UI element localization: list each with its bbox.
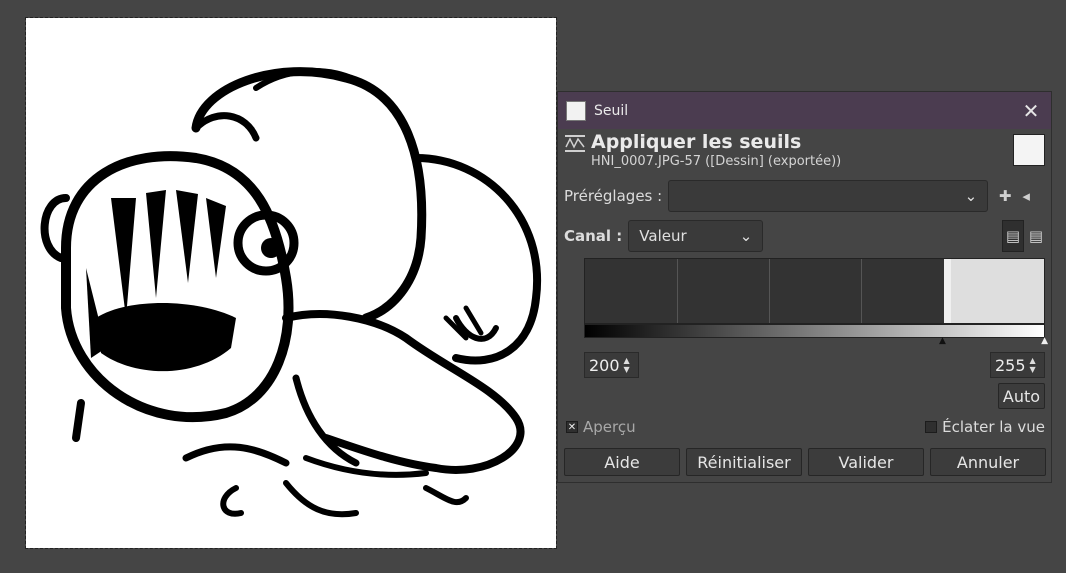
help-button[interactable]: Aide bbox=[564, 448, 680, 476]
preview-label: Aperçu bbox=[583, 418, 636, 436]
grid-line bbox=[677, 259, 678, 323]
dialog-titlebar[interactable]: Seuil ✕ bbox=[558, 92, 1051, 129]
image-thumbnail bbox=[1013, 134, 1045, 166]
plus-icon[interactable]: ✚ bbox=[996, 185, 1014, 207]
channel-row: Canal : Valeur ⌄ ▤ ▤ bbox=[564, 220, 1045, 252]
spin-up-icon[interactable]: ▲ bbox=[1030, 356, 1036, 365]
threshold-icon bbox=[565, 135, 585, 152]
high-threshold-value: 255 bbox=[995, 355, 1026, 375]
chevron-down-icon: ⌄ bbox=[964, 187, 978, 205]
auto-button[interactable]: Auto bbox=[998, 383, 1045, 409]
threshold-dialog: Seuil ✕ Appliquer les seuils HNI_0007.JP… bbox=[557, 91, 1052, 483]
split-view-checkbox[interactable] bbox=[925, 421, 938, 433]
dialog-heading: Appliquer les seuils bbox=[591, 131, 802, 153]
grid-line bbox=[861, 259, 862, 323]
histogram-area: ▲ ▲ bbox=[584, 258, 1048, 346]
channel-label: Canal : bbox=[564, 227, 623, 245]
spin-down-icon[interactable]: ▼ bbox=[1030, 365, 1036, 374]
low-threshold-handle[interactable]: ▲ bbox=[939, 336, 946, 346]
image-canvas[interactable] bbox=[25, 17, 557, 549]
ok-button[interactable]: Valider bbox=[808, 448, 924, 476]
presets-row: Préréglages : ⌄ ✚ ◂ bbox=[564, 180, 1045, 212]
channel-value: Valeur bbox=[639, 227, 687, 245]
close-icon[interactable]: ✕ bbox=[1019, 101, 1043, 121]
value-gradient: ▲ ▲ bbox=[584, 324, 1048, 346]
split-view-label: Éclater la vue bbox=[942, 418, 1045, 436]
threshold-selection bbox=[944, 259, 1044, 323]
reset-button[interactable]: Réinitialiser bbox=[686, 448, 802, 476]
spin-up-icon[interactable]: ▲ bbox=[624, 356, 630, 365]
grid-line bbox=[769, 259, 770, 323]
presets-menu-icon[interactable]: ◂ bbox=[1017, 185, 1035, 207]
dialog-header: Appliquer les seuils HNI_0007.JPG-57 ([D… bbox=[558, 129, 1051, 173]
low-threshold-spin[interactable]: 200 ▲ ▼ bbox=[584, 352, 639, 378]
preview-checkbox[interactable]: ✕ bbox=[566, 421, 578, 433]
preview-option[interactable]: ✕ Aperçu bbox=[566, 418, 636, 436]
chevron-down-icon: ⌄ bbox=[739, 227, 753, 245]
spin-down-icon[interactable]: ▼ bbox=[624, 365, 630, 374]
window-thumbnail-icon bbox=[566, 100, 586, 121]
cancel-button[interactable]: Annuler bbox=[930, 448, 1046, 476]
presets-combo[interactable]: ⌄ bbox=[668, 180, 989, 212]
high-threshold-handle[interactable]: ▲ bbox=[1041, 336, 1048, 346]
low-threshold-value: 200 bbox=[589, 355, 620, 375]
threshold-edge bbox=[944, 259, 951, 323]
linear-histogram-icon[interactable]: ▤ bbox=[1002, 220, 1024, 252]
channel-combo[interactable]: Valeur ⌄ bbox=[628, 220, 764, 252]
split-view-option[interactable]: Éclater la vue bbox=[925, 418, 1045, 436]
window-title: Seuil bbox=[594, 102, 629, 119]
histogram[interactable] bbox=[584, 258, 1045, 324]
presets-label: Préréglages : bbox=[564, 187, 663, 205]
high-threshold-spin[interactable]: 255 ▲ ▼ bbox=[990, 352, 1045, 378]
image-name: HNI_0007.JPG-57 ([Dessin] (exportée)) bbox=[591, 154, 842, 169]
thresholded-drawing bbox=[40, 67, 542, 518]
log-histogram-icon[interactable]: ▤ bbox=[1027, 225, 1045, 247]
